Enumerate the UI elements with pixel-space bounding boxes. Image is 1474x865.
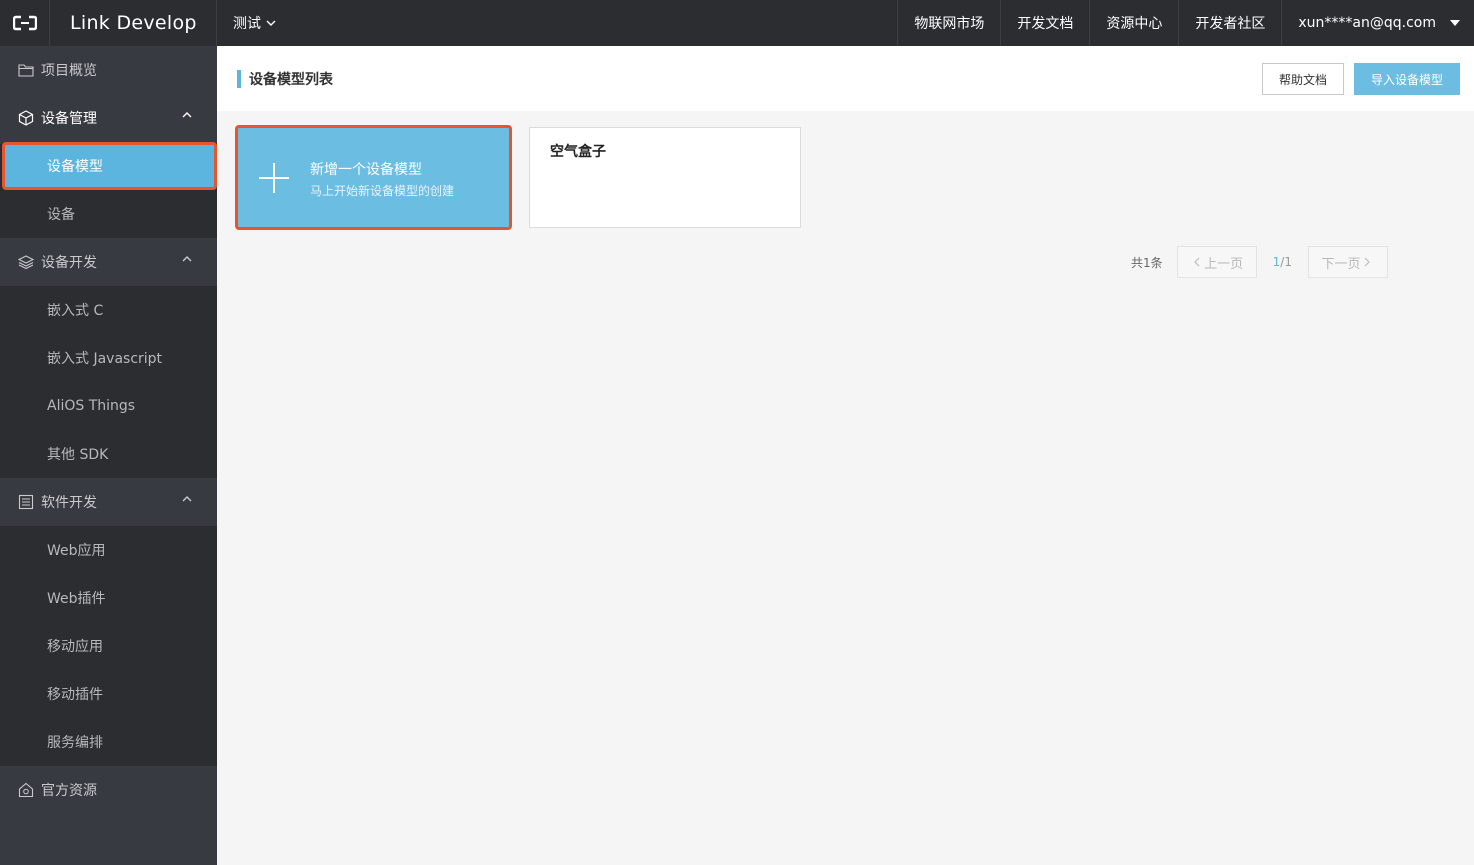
document-list-icon (18, 494, 34, 510)
user-menu[interactable]: xun****an@qq.com (1281, 0, 1474, 46)
import-model-button[interactable]: 导入设备模型 (1354, 63, 1460, 95)
sidebar-submenu-device-dev: 嵌入式 C 嵌入式 Javascript AliOS Things 其他 SDK (0, 286, 217, 478)
layers-icon (18, 254, 34, 270)
sidebar-group-label: 设备管理 (41, 111, 97, 127)
chevron-up-icon (182, 256, 192, 262)
title-accent-bar (237, 69, 241, 88)
prev-page-button[interactable]: 上一页 (1176, 246, 1257, 278)
chevron-down-icon (266, 20, 276, 26)
top-bar: Link Develop 测试 物联网市场 开发文档 资源中心 开发者社区 xu… (0, 0, 1474, 46)
sidebar-item-other-sdk[interactable]: 其他 SDK (0, 430, 217, 478)
sidebar-group-label: 软件开发 (41, 495, 97, 511)
sidebar-item-official-resources[interactable]: 官方资源 (0, 766, 217, 814)
cube-icon (18, 110, 34, 126)
pagination: 共1条 上一页 1/1 下一页 (1131, 246, 1388, 278)
nav-dev-docs[interactable]: 开发文档 (1000, 0, 1089, 46)
sidebar-item-mobile-app[interactable]: 移动应用 (0, 622, 217, 670)
chevron-up-icon (182, 496, 192, 502)
sidebar-item-label: 项目概览 (41, 63, 97, 79)
sidebar-group-software-dev[interactable]: 软件开发 (0, 478, 217, 526)
sidebar: 项目概览 设备管理 设备模型 设备 设备开发 嵌入式 C 嵌入式 Javascr… (0, 46, 217, 865)
sidebar-item-embedded-c[interactable]: 嵌入式 C (0, 286, 217, 334)
nav-resource-center[interactable]: 资源中心 (1089, 0, 1178, 46)
sidebar-item-mobile-plugin[interactable]: 移动插件 (0, 670, 217, 718)
next-page-label: 下一页 (1321, 256, 1361, 272)
prev-page-label: 上一页 (1204, 256, 1244, 272)
device-model-name: 空气盒子 (550, 144, 606, 160)
brand-title[interactable]: Link Develop (50, 0, 217, 46)
sidebar-item-alios-things[interactable]: AliOS Things (0, 382, 217, 430)
add-card-title: 新增一个设备模型 (310, 162, 422, 178)
add-device-model-card[interactable]: 新增一个设备模型 马上开始新设备模型的创建 (235, 125, 512, 230)
page-indicator: 1/1 (1273, 255, 1292, 269)
aliyun-logo-icon[interactable] (0, 0, 50, 46)
nav-iot-market[interactable]: 物联网市场 (897, 0, 1000, 46)
page-header: 设备模型列表 帮助文档 导入设备模型 (217, 46, 1474, 111)
device-model-card[interactable]: 空气盒子 (529, 127, 801, 228)
folder-icon (18, 62, 34, 78)
project-name: 测试 (233, 16, 261, 32)
sidebar-group-device-dev[interactable]: 设备开发 (0, 238, 217, 286)
sidebar-item-web-plugin[interactable]: Web插件 (0, 574, 217, 622)
sidebar-item-label: 官方资源 (41, 783, 97, 799)
sidebar-item-web-app[interactable]: Web应用 (0, 526, 217, 574)
sidebar-item-embedded-js[interactable]: 嵌入式 Javascript (0, 334, 217, 382)
page-title: 设备模型列表 (249, 71, 333, 88)
sidebar-item-device[interactable]: 设备 (0, 190, 217, 238)
main-content: 设备模型列表 帮助文档 导入设备模型 新增一个设备模型 马上开始新设备模型的创建… (217, 46, 1474, 865)
plus-icon (259, 163, 289, 193)
sidebar-submenu-device-mgmt: 设备模型 设备 (0, 142, 217, 238)
sidebar-group-label: 设备开发 (41, 255, 97, 271)
home-resource-icon (18, 782, 34, 798)
add-card-subtitle: 马上开始新设备模型的创建 (310, 184, 455, 198)
page-total: /1 (1280, 255, 1292, 269)
nav-dev-community[interactable]: 开发者社区 (1178, 0, 1281, 46)
sidebar-group-device-mgmt[interactable]: 设备管理 (0, 94, 217, 142)
next-page-button[interactable]: 下一页 (1307, 246, 1388, 278)
total-count: 共1条 (1131, 255, 1163, 270)
help-docs-button[interactable]: 帮助文档 (1262, 63, 1344, 95)
user-email: xun****an@qq.com (1298, 15, 1436, 31)
chevron-left-icon (1194, 257, 1200, 267)
project-selector[interactable]: 测试 (217, 0, 276, 46)
sidebar-item-service-orchestration[interactable]: 服务编排 (0, 718, 217, 766)
sidebar-item-device-model[interactable]: 设备模型 (2, 142, 217, 190)
chevron-right-icon (1364, 257, 1371, 267)
sidebar-submenu-software-dev: Web应用 Web插件 移动应用 移动插件 服务编排 (0, 526, 217, 766)
chevron-up-icon (182, 112, 192, 118)
sidebar-item-overview[interactable]: 项目概览 (0, 46, 217, 94)
caret-down-icon (1450, 20, 1460, 26)
